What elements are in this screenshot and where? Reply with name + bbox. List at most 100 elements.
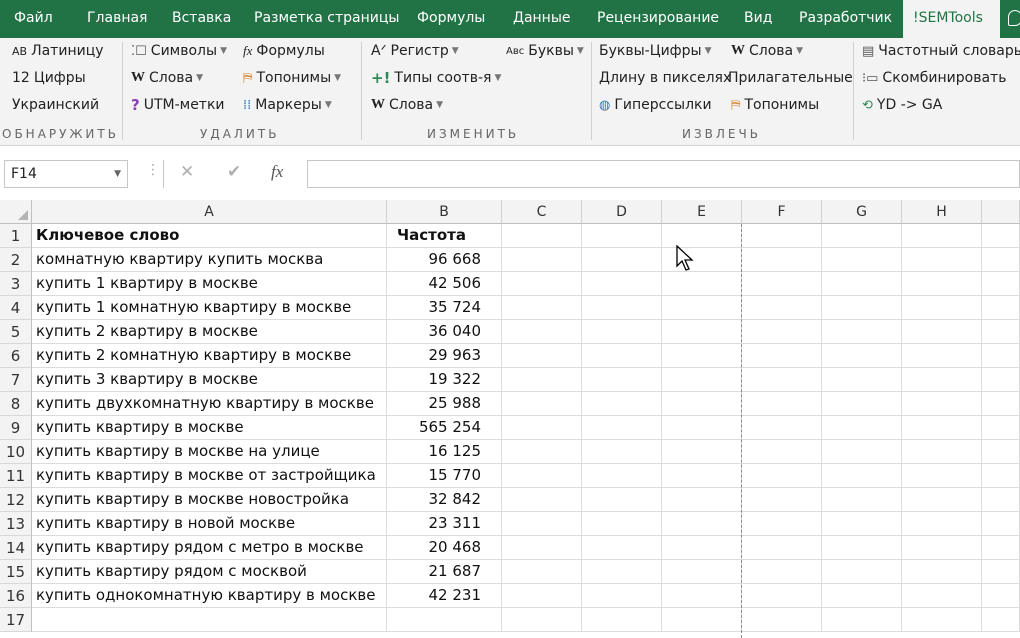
remove-markers-button[interactable]: ⁞⁞ Маркеры ▼ — [243, 94, 332, 116]
empty-cell[interactable] — [742, 392, 822, 416]
empty-cell[interactable] — [582, 560, 662, 584]
empty-cell[interactable] — [662, 536, 742, 560]
row-header[interactable]: 9 — [0, 416, 32, 440]
empty-cell[interactable] — [582, 488, 662, 512]
frequency-cell[interactable]: 20 468 — [387, 536, 502, 560]
column-header-d[interactable]: D — [582, 200, 662, 224]
empty-cell[interactable] — [502, 368, 582, 392]
row-header[interactable]: 15 — [0, 560, 32, 584]
row-header[interactable]: 2 — [0, 248, 32, 272]
empty-cell[interactable] — [582, 512, 662, 536]
frequency-cell[interactable]: 565 254 — [387, 416, 502, 440]
empty-cell[interactable] — [742, 272, 822, 296]
keyword-cell[interactable]: купить 2 квартиру в москве — [32, 320, 387, 344]
empty-cell[interactable] — [902, 536, 982, 560]
detect-latin-button[interactable]: АВ Латиницу — [12, 40, 104, 62]
column-header-overflow[interactable] — [982, 200, 1020, 224]
change-case-button[interactable]: Aᐟ Регистр ▼ — [371, 40, 459, 62]
empty-cell[interactable] — [982, 368, 1020, 392]
frequency-cell[interactable]: 23 311 — [387, 512, 502, 536]
keyword-cell[interactable]: купить 1 комнатную квартиру в москве — [32, 296, 387, 320]
extract-alnum-button[interactable]: Буквы-Цифры ▼ — [599, 40, 712, 62]
tab-review[interactable]: Рецензирование — [597, 0, 719, 38]
empty-cell[interactable] — [502, 608, 582, 632]
extract-words-button[interactable]: W Слова ▼ — [731, 40, 803, 62]
empty-cell[interactable] — [982, 440, 1020, 464]
remove-utm-button[interactable]: ? UTM-метки — [131, 94, 225, 116]
empty-cell[interactable] — [982, 272, 1020, 296]
formula-input[interactable] — [307, 160, 1020, 188]
empty-cell[interactable] — [582, 296, 662, 320]
keyword-cell[interactable]: купить квартиру в москве на улице — [32, 440, 387, 464]
empty-cell[interactable] — [582, 392, 662, 416]
empty-cell[interactable] — [502, 320, 582, 344]
keyword-cell[interactable]: купить квартиру в москве — [32, 416, 387, 440]
empty-cell[interactable] — [822, 608, 902, 632]
empty-cell[interactable] — [982, 536, 1020, 560]
empty-cell[interactable] — [902, 224, 982, 248]
row-header[interactable]: 4 — [0, 296, 32, 320]
empty-cell[interactable] — [582, 464, 662, 488]
change-letters-button[interactable]: Авс Буквы ▼ — [506, 40, 584, 62]
frequency-cell[interactable]: 42 506 — [387, 272, 502, 296]
empty-cell[interactable] — [822, 392, 902, 416]
empty-cell[interactable] — [742, 296, 822, 320]
empty-cell[interactable] — [742, 560, 822, 584]
empty-cell[interactable] — [502, 272, 582, 296]
empty-cell[interactable] — [582, 440, 662, 464]
empty-cell[interactable] — [982, 464, 1020, 488]
row-header[interactable]: 5 — [0, 320, 32, 344]
keyword-cell[interactable]: купить квартиру в москве новостройка — [32, 488, 387, 512]
keyword-cell[interactable]: купить квартиру в новой москве — [32, 512, 387, 536]
remove-toponyms-button[interactable]: ⛿ Топонимы ▼ — [243, 67, 341, 89]
empty-cell[interactable] — [902, 512, 982, 536]
empty-cell[interactable] — [742, 464, 822, 488]
empty-cell[interactable] — [502, 488, 582, 512]
empty-cell[interactable] — [582, 344, 662, 368]
frequency-cell[interactable]: 36 040 — [387, 320, 502, 344]
empty-cell[interactable] — [582, 608, 662, 632]
empty-cell[interactable] — [982, 296, 1020, 320]
empty-cell[interactable] — [662, 344, 742, 368]
empty-cell[interactable] — [582, 224, 662, 248]
extract-toponyms-button[interactable]: ⛿ Топонимы — [731, 94, 819, 116]
empty-cell[interactable] — [742, 512, 822, 536]
yd-to-ga-button[interactable]: ⟲ YD -> GA — [862, 94, 942, 116]
empty-cell[interactable] — [742, 440, 822, 464]
frequency-cell[interactable]: 15 770 — [387, 464, 502, 488]
empty-cell[interactable] — [502, 224, 582, 248]
tab-semtools[interactable]: !SEMTools — [903, 0, 1000, 38]
empty-cell[interactable] — [582, 248, 662, 272]
frequency-cell[interactable]: 29 963 — [387, 344, 502, 368]
row-header[interactable]: 12 — [0, 488, 32, 512]
empty-cell[interactable] — [982, 320, 1020, 344]
empty-cell[interactable] — [662, 392, 742, 416]
empty-cell[interactable] — [822, 416, 902, 440]
empty-cell[interactable] — [742, 344, 822, 368]
empty-cell[interactable] — [582, 584, 662, 608]
frequency-cell[interactable]: 21 687 — [387, 560, 502, 584]
empty-cell[interactable] — [662, 368, 742, 392]
empty-cell[interactable] — [902, 416, 982, 440]
empty-cell[interactable] — [822, 224, 902, 248]
empty-cell[interactable] — [502, 440, 582, 464]
chevron-down-icon[interactable]: ▼ — [114, 161, 121, 187]
keyword-cell[interactable]: комнатную квартиру купить москва — [32, 248, 387, 272]
frequency-cell[interactable] — [387, 608, 502, 632]
empty-cell[interactable] — [902, 368, 982, 392]
empty-cell[interactable] — [662, 608, 742, 632]
empty-cell[interactable] — [502, 392, 582, 416]
match-types-button[interactable]: +! Типы соотв-я ▼ — [371, 67, 501, 89]
empty-cell[interactable] — [982, 560, 1020, 584]
empty-cell[interactable] — [902, 608, 982, 632]
empty-cell[interactable] — [502, 536, 582, 560]
tab-developer[interactable]: Разработчик — [799, 0, 892, 38]
empty-cell[interactable] — [902, 392, 982, 416]
empty-cell[interactable] — [662, 560, 742, 584]
empty-cell[interactable] — [822, 536, 902, 560]
row-header[interactable]: 16 — [0, 584, 32, 608]
empty-cell[interactable] — [902, 248, 982, 272]
column-header-a[interactable]: A — [32, 200, 387, 224]
empty-cell[interactable] — [502, 296, 582, 320]
empty-cell[interactable] — [822, 368, 902, 392]
